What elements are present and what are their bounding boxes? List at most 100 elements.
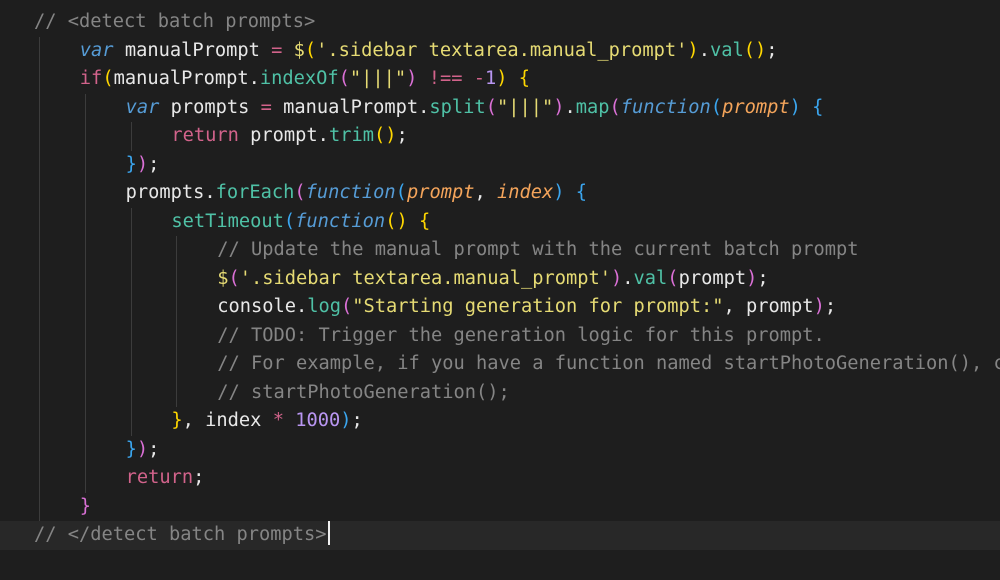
code-line[interactable]: var prompts = manualPrompt.split("|||").… xyxy=(0,93,1000,122)
code-token: ( xyxy=(283,210,296,232)
code-line[interactable]: // </detect batch prompts> xyxy=(0,520,1000,550)
code-token: } xyxy=(79,495,92,517)
code-token: { xyxy=(575,182,588,203)
code-token: . xyxy=(295,296,308,317)
indent-guide xyxy=(39,236,40,265)
code-line[interactable]: } xyxy=(0,492,1000,521)
code-line[interactable]: var manualPrompt = $('.sidebar textarea.… xyxy=(0,36,1000,65)
indent-guide xyxy=(176,350,178,379)
code-token: ( xyxy=(304,39,317,61)
code-token: . xyxy=(418,96,430,118)
indent-guide xyxy=(84,150,86,179)
indent-guide xyxy=(39,378,40,407)
code-token: { xyxy=(518,68,531,89)
code-token: map xyxy=(575,96,610,118)
code-line[interactable]: console.log("Starting generation for pro… xyxy=(0,293,1000,322)
code-token: function xyxy=(295,210,386,232)
indent-guide xyxy=(176,321,178,350)
editor-bottom-area xyxy=(0,550,1000,580)
code-token: ( xyxy=(395,182,407,203)
indent-guide xyxy=(130,122,132,151)
code-token: ; xyxy=(757,267,769,289)
code-token: () xyxy=(743,39,767,61)
code-token: * xyxy=(272,410,284,431)
code-editor[interactable]: // <detect batch prompts> var manualPromp… xyxy=(0,0,1000,580)
code-line[interactable]: $('.sidebar textarea.manual_prompt').val… xyxy=(0,264,1000,294)
indent-guide xyxy=(176,293,178,322)
indent-guide xyxy=(130,407,132,436)
indent-guide xyxy=(84,350,86,379)
code-token: // TODO: Trigger the generation logic fo… xyxy=(217,324,825,346)
code-token: prompts xyxy=(159,96,261,118)
code-token: return xyxy=(125,467,194,488)
code-token: return xyxy=(171,125,239,146)
code-line[interactable]: // Update the manual prompt with the cur… xyxy=(0,236,1000,265)
code-line[interactable]: setTimeout(function() { xyxy=(0,207,1000,237)
indent-guide xyxy=(130,321,132,350)
indent-guide xyxy=(130,207,132,236)
code-token: () xyxy=(373,125,397,146)
indent-guide xyxy=(39,93,40,122)
code-token: trim xyxy=(328,125,374,146)
code-token: , xyxy=(474,182,497,203)
code-token: ( xyxy=(340,296,353,317)
code-token: prompts xyxy=(125,182,205,203)
code-text: return prompt.trim(); xyxy=(171,122,407,151)
code-token: prompt xyxy=(238,125,318,146)
code-line[interactable]: }, index * 1000); xyxy=(0,407,1000,436)
code-text: setTimeout(function() { xyxy=(171,208,430,237)
code-text: // <detect batch prompts> xyxy=(34,8,315,37)
code-token: ( xyxy=(228,267,240,289)
code-text: // TODO: Trigger the generation logic fo… xyxy=(217,322,825,351)
indent-guide xyxy=(39,65,40,94)
code-token: ; xyxy=(148,153,160,175)
code-token: prompt xyxy=(746,296,814,317)
code-token: ; xyxy=(824,296,837,317)
code-line[interactable]: // <detect batch prompts> xyxy=(0,8,1000,37)
code-token: "|||" xyxy=(349,68,407,89)
code-token: . xyxy=(204,182,216,203)
code-text: return; xyxy=(126,464,205,493)
code-token: ) xyxy=(136,153,149,175)
indent-guide xyxy=(39,207,40,236)
code-token: val xyxy=(709,39,744,61)
code-token: ) xyxy=(340,410,352,431)
indent-guide xyxy=(130,236,132,265)
code-token: , xyxy=(182,410,206,431)
code-line[interactable]: // For example, if you have a function n… xyxy=(0,350,1000,379)
code-token: '.sidebar textarea.manual_prompt' xyxy=(239,267,611,289)
code-token: { xyxy=(812,96,824,118)
code-line[interactable]: return prompt.trim(); xyxy=(0,122,1000,151)
indent-guide xyxy=(84,407,86,436)
code-token: ( xyxy=(609,96,621,118)
code-line[interactable]: }); xyxy=(0,435,1000,464)
code-token: console xyxy=(217,296,296,317)
code-line[interactable]: // startPhotoGeneration(); xyxy=(0,378,1000,407)
code-token: split xyxy=(429,96,486,118)
code-token: if xyxy=(79,68,103,89)
code-token: 1 xyxy=(484,68,497,89)
indent-guide xyxy=(39,435,40,464)
code-token: { xyxy=(418,210,431,232)
indent-guide xyxy=(39,264,40,293)
code-line[interactable]: prompts.forEach(function(prompt, index) … xyxy=(0,179,1000,208)
indent-guide xyxy=(84,179,86,208)
code-token: var xyxy=(79,39,114,61)
code-token: () xyxy=(385,210,408,232)
code-line[interactable]: }); xyxy=(0,150,1000,179)
code-line[interactable]: // TODO: Trigger the generation logic fo… xyxy=(0,321,1000,351)
code-text: $('.sidebar textarea.manual_prompt').val… xyxy=(217,265,768,294)
code-token: ( xyxy=(667,267,679,289)
code-token: indexOf xyxy=(259,68,339,89)
indent-guide xyxy=(130,264,132,293)
code-token: $ xyxy=(217,267,229,289)
code-token: ) xyxy=(553,182,565,203)
code-line[interactable]: return; xyxy=(0,464,1000,493)
code-token: "Starting generation for prompt:" xyxy=(352,296,724,317)
indent-guide xyxy=(176,264,178,293)
code-token: manualPrompt xyxy=(271,96,419,118)
code-line[interactable]: if(manualPrompt.indexOf("|||") !== -1) { xyxy=(0,65,1000,94)
